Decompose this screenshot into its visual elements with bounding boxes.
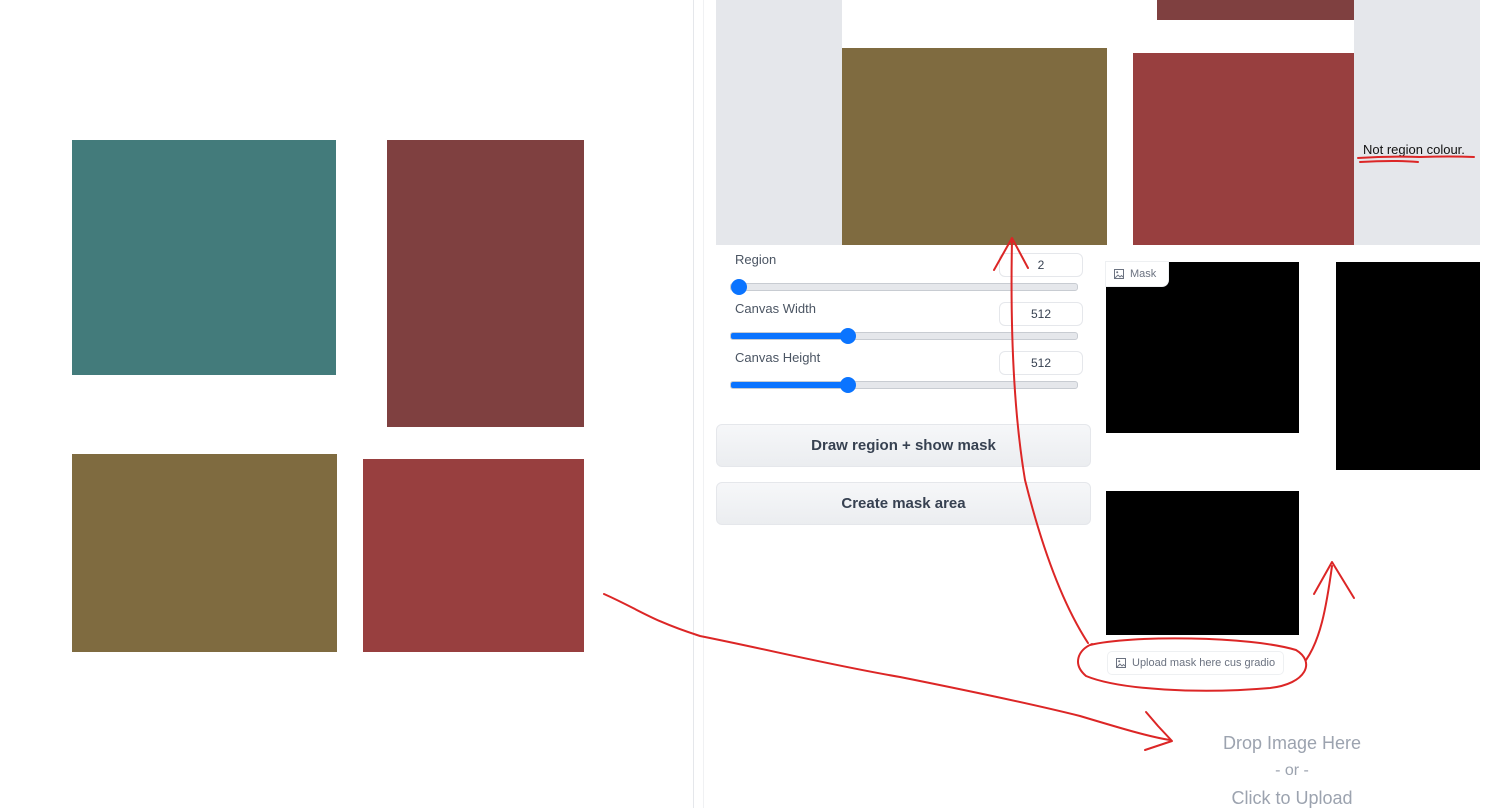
mask-panel-label: Mask — [1106, 262, 1168, 286]
annotation-arrow-to-mask — [1305, 565, 1333, 661]
color-region-teal — [72, 140, 336, 375]
canvas-height-number-input[interactable]: 512 — [999, 351, 1083, 375]
annotation-not-region-colour: Not region colour. — [1363, 142, 1465, 157]
canvas-width-slider-thumb[interactable] — [841, 329, 855, 343]
canvas-height-slider-thumb[interactable] — [841, 378, 855, 392]
mask-black-1 — [1106, 262, 1299, 433]
color-region-maroon — [387, 140, 584, 427]
drop-image-here-text[interactable]: Drop Image Here — [1162, 733, 1422, 754]
canvas-width-slider-fill — [731, 333, 849, 339]
click-to-upload-text[interactable]: Click to Upload — [1162, 788, 1422, 809]
canvas-height-label: Canvas Height — [735, 350, 821, 365]
image-icon — [1116, 658, 1126, 668]
draw-region-show-mask-button[interactable]: Draw region + show mask — [716, 424, 1091, 467]
mask-black-3 — [1106, 491, 1299, 635]
canvas-width-number-input[interactable]: 512 — [999, 302, 1083, 326]
upload-mask-label[interactable]: Upload mask here cus gradio — [1108, 652, 1284, 674]
color-region-olive — [72, 454, 337, 652]
canvas-height-slider-fill — [731, 382, 849, 388]
preview-red-region — [1133, 53, 1354, 245]
annotation-arrowhead-mask — [1313, 561, 1355, 599]
mask-black-2 — [1336, 262, 1480, 470]
canvas-width-slider-track[interactable] — [730, 332, 1078, 340]
column-divider — [693, 0, 694, 808]
region-label: Region — [735, 252, 777, 267]
canvas-width-label: Canvas Width — [735, 301, 816, 316]
image-icon — [1114, 269, 1124, 279]
region-number-input[interactable]: 2 — [999, 253, 1083, 277]
upload-mask-label-text: Upload mask here cus gradio — [1132, 657, 1276, 669]
column-divider-inner — [703, 0, 704, 808]
preview-olive-region — [842, 48, 1107, 245]
create-mask-area-button[interactable]: Create mask area — [716, 482, 1091, 525]
region-slider-track[interactable] — [730, 283, 1078, 291]
annotation-arrow-to-upload — [603, 593, 1171, 741]
canvas-height-slider-track[interactable] — [730, 381, 1078, 389]
color-region-red — [363, 459, 584, 652]
region-slider-thumb[interactable] — [732, 280, 746, 294]
drop-or-text: - or - — [1275, 762, 1309, 779]
mask-label-text: Mask — [1130, 268, 1157, 280]
preview-maroon-strip — [1157, 0, 1354, 20]
